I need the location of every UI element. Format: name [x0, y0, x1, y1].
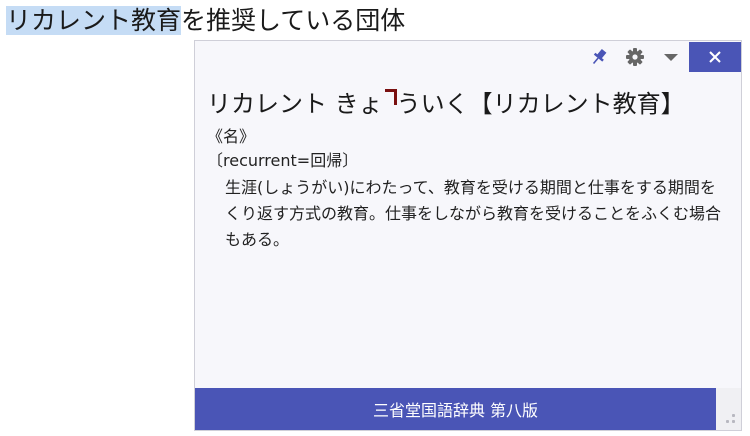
- chevron-down-icon[interactable]: [653, 41, 689, 73]
- etymology: 〔recurrent=回帰〕: [207, 151, 359, 170]
- pitch-accent-mark: [383, 87, 397, 113]
- document-text-line: リカレント教育を推奨している団体: [6, 4, 405, 38]
- dictionary-popup: リカレント きょ ういく【リカレント教育】 《名》 〔recurrent=回帰〕 …: [194, 40, 742, 431]
- dictionary-footer[interactable]: 三省堂国語辞典 第八版: [195, 388, 716, 430]
- entry-headword-line: リカレント きょ ういく【リカレント教育】: [207, 87, 729, 121]
- definition-text: 生涯(しょうがい)にわたって、教育を受ける期間と仕事をする期間をくり返す方式の教…: [225, 178, 722, 249]
- gear-icon[interactable]: [617, 41, 653, 73]
- entry-headword: 【リカレント教育】: [468, 90, 685, 118]
- dictionary-name: 三省堂国語辞典 第八版: [372, 401, 539, 420]
- resize-grip-icon[interactable]: [716, 388, 741, 430]
- popup-toolbar: [581, 41, 741, 73]
- pin-icon[interactable]: [581, 41, 617, 73]
- document-text-rest: を推奨している団体: [181, 6, 406, 35]
- entry-reading-before: リカレント きょ: [207, 90, 383, 118]
- selected-text[interactable]: リカレント教育: [6, 6, 182, 35]
- part-of-speech: 《名》: [207, 127, 256, 146]
- close-button[interactable]: [689, 42, 741, 72]
- close-icon: [709, 51, 721, 63]
- entry-reading-after: ういく: [396, 90, 469, 118]
- entry-content: リカレント きょ ういく【リカレント教育】 《名》 〔recurrent=回帰〕 …: [207, 87, 729, 253]
